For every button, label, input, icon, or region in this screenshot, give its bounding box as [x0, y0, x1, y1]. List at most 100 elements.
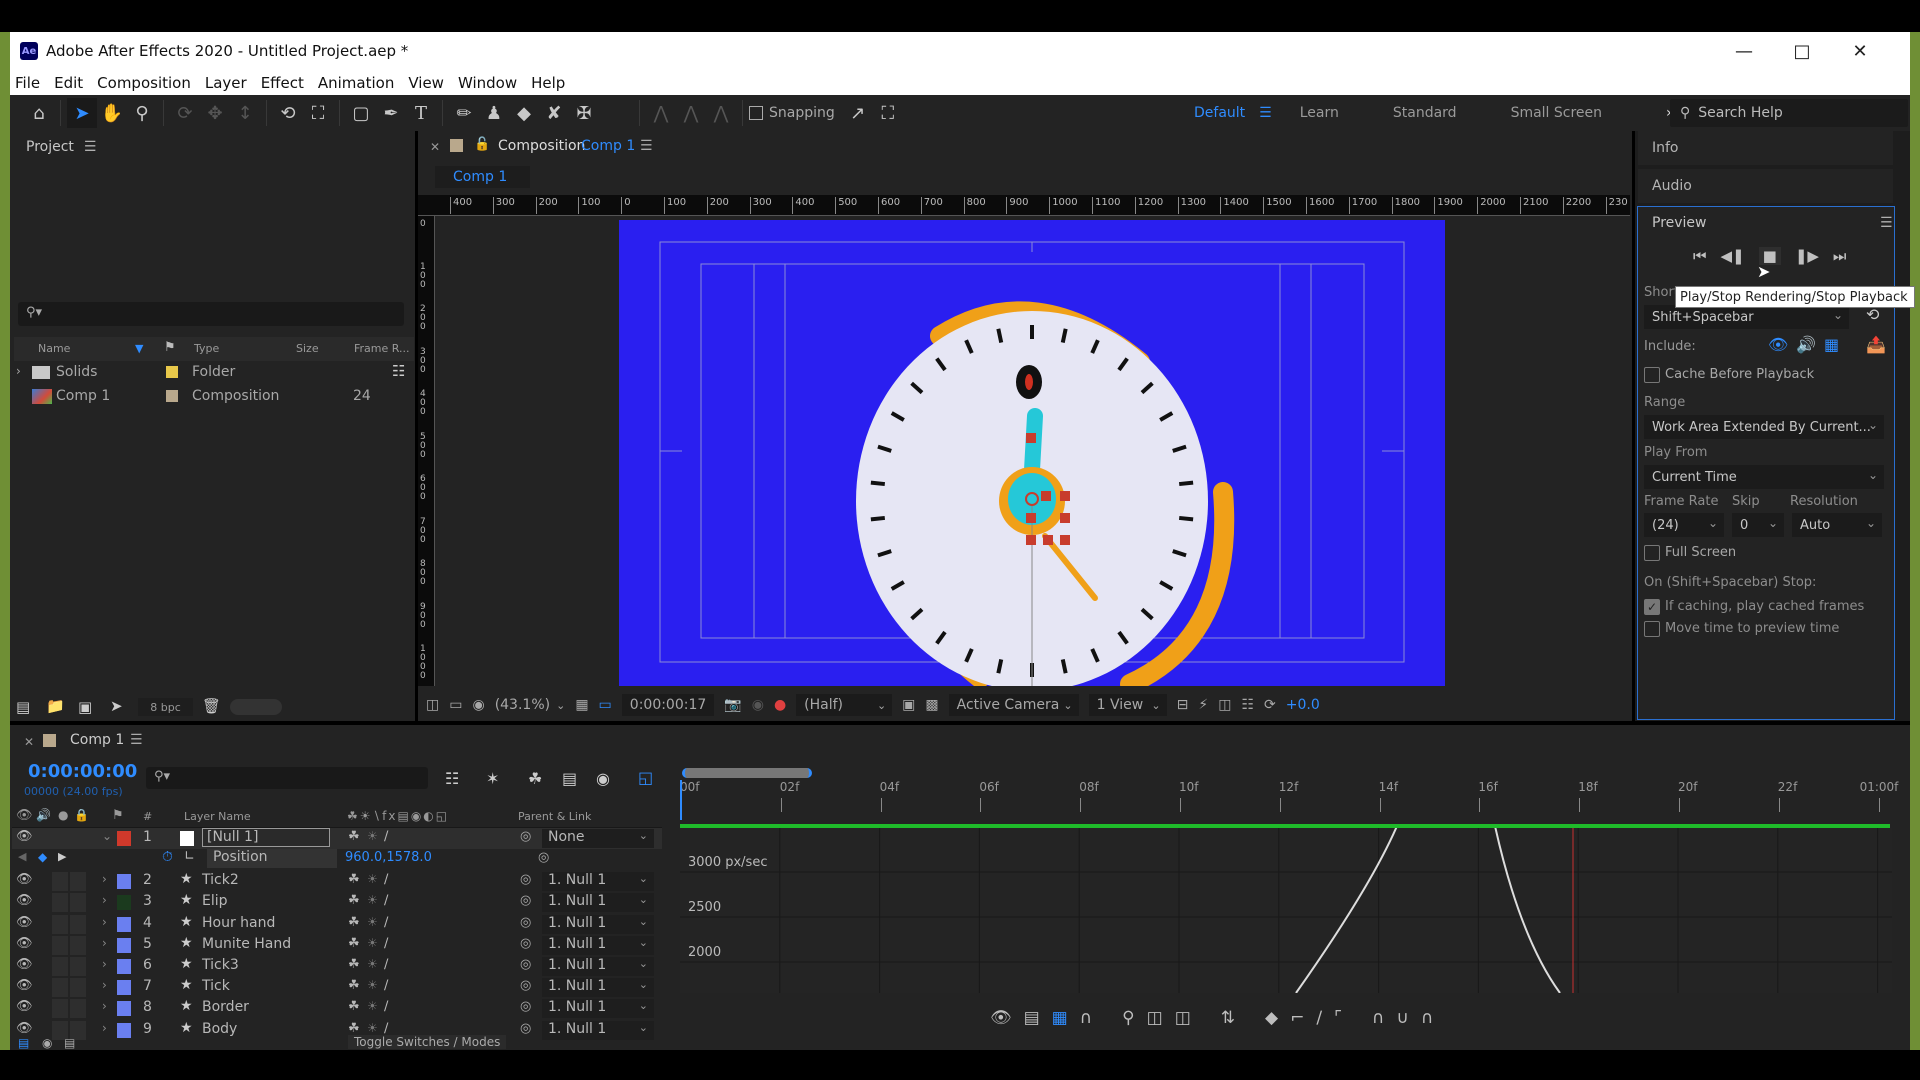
layer-name[interactable]: Munite Hand — [202, 936, 291, 952]
region-of-interest-icon[interactable]: ▭ — [599, 697, 612, 713]
grid-guide-icon[interactable]: ▦ — [575, 697, 588, 713]
lock-cell[interactable] — [70, 957, 86, 976]
project-panel-title[interactable]: Project — [26, 139, 74, 155]
solo-switch-icon[interactable]: ● — [58, 808, 68, 822]
transform-box-icon[interactable]: ▦ — [1052, 1008, 1068, 1028]
solo-cell[interactable] — [52, 914, 68, 934]
lock-cell[interactable] — [70, 914, 86, 934]
cache-before-playback-checkbox[interactable] — [1644, 367, 1660, 383]
composition-viewer[interactable] — [435, 216, 1630, 686]
frame-blending-icon[interactable]: ▤ — [562, 769, 577, 788]
in-out-icon[interactable]: ▤ — [64, 1036, 75, 1050]
layer-label-color[interactable] — [117, 937, 131, 953]
shy-layers-icon[interactable]: ☘ — [528, 769, 542, 788]
collapse-switch-icon[interactable]: ☀ — [367, 936, 378, 950]
workspace-learn[interactable]: Learn — [1300, 105, 1339, 121]
hand-tool[interactable]: ✋ — [97, 98, 127, 128]
expand-chevron-icon[interactable]: › — [102, 936, 107, 950]
audio-panel-tab[interactable]: Audio — [1638, 169, 1893, 203]
speed-graph[interactable] — [680, 825, 1892, 994]
show-snapshot-icon[interactable]: ◉ — [752, 697, 764, 713]
last-frame-icon[interactable]: ⏭ — [1833, 247, 1847, 265]
rectangle-tool[interactable]: ▢ — [346, 98, 376, 128]
brush-tool[interactable]: ✏ — [449, 98, 479, 128]
quality-switch-icon[interactable]: ∕ — [384, 978, 388, 993]
vr-icon[interactable]: ▭ — [449, 697, 462, 713]
fit-selection-icon[interactable]: ◫ — [1147, 1008, 1163, 1028]
parent-dropdown[interactable]: 1. Null 1 ⌄ — [542, 914, 654, 934]
expand-chevron-icon[interactable]: › — [102, 999, 107, 1013]
parent-dropdown[interactable]: 1. Null 1 ⌄ — [542, 999, 654, 1019]
axis-view-button[interactable]: ⋀ — [706, 98, 736, 128]
vertical-ruler[interactable]: 0 100 200 300 400 500 600 700 800 900 1000 — [418, 216, 435, 686]
layer-label-color[interactable] — [117, 895, 131, 911]
next-frame-icon[interactable]: ❚▶ — [1795, 247, 1819, 265]
panel-menu-icon[interactable]: ☰ — [84, 139, 97, 155]
render-queue-icon[interactable]: ➤ — [110, 697, 123, 715]
layer-label-color[interactable] — [117, 980, 131, 996]
keyframe-icon[interactable]: ◆ — [38, 850, 47, 864]
eraser-tool[interactable]: ◆ — [509, 98, 539, 128]
graph-options-icon[interactable]: ▤ — [1024, 1008, 1040, 1028]
interpret-footage-icon[interactable]: ▤ — [16, 698, 30, 716]
dolly-camera-tool[interactable]: ↕ — [230, 98, 260, 128]
maximize-button[interactable]: □ — [1773, 32, 1831, 70]
reset-exposure-icon[interactable]: ⟳ — [1264, 697, 1276, 713]
layer-switches-icon[interactable]: ▤ — [18, 1036, 29, 1050]
selection-tool[interactable]: ➤ — [67, 98, 97, 128]
auto-zoom-icon[interactable]: ⚲ — [1122, 1008, 1134, 1028]
shy-switch-icon[interactable]: ☘ — [348, 936, 360, 951]
visibility-eye-icon[interactable]: 👁 — [16, 999, 33, 1014]
toggle-switches-modes-button[interactable]: Toggle Switches / Modes — [348, 1035, 507, 1049]
info-panel-tab[interactable]: Info — [1638, 131, 1893, 165]
auto-bezier-icon[interactable]: ⌜ — [1334, 1008, 1342, 1028]
project-item-comp-1[interactable]: Comp 1 Composition 24 — [14, 385, 414, 409]
rotation-tool[interactable]: ⟲ — [273, 98, 303, 128]
shy-switch-icon[interactable]: ☘ — [348, 872, 360, 887]
visibility-eye-icon[interactable]: 👁 — [16, 893, 33, 908]
column-layer-name[interactable]: Layer Name — [184, 810, 251, 823]
close-button[interactable]: ✕ — [1831, 32, 1889, 70]
quality-switch-icon[interactable]: ∕ — [384, 936, 388, 951]
collapse-switch-icon[interactable]: ☀ — [367, 1021, 378, 1035]
layer-search-input[interactable]: ⚲▾ — [146, 767, 428, 789]
parent-dropdown[interactable]: 1. Null 1 ⌄ — [542, 957, 654, 976]
layer-label-color[interactable] — [117, 916, 131, 932]
pickwhip-icon[interactable]: ◎ — [520, 915, 531, 930]
menu-view[interactable]: View — [408, 74, 444, 92]
velocity-curve-falling[interactable] — [1494, 825, 1561, 994]
pickwhip-icon[interactable]: ◎ — [520, 872, 531, 887]
shy-switch-icon[interactable]: ☘ — [348, 999, 360, 1014]
close-tab-icon[interactable]: ✕ — [430, 140, 440, 154]
easy-ease-icon[interactable]: ∩ — [1372, 1008, 1384, 1028]
expand-chevron-icon[interactable]: › — [102, 872, 107, 886]
expand-chevron-icon[interactable]: › — [16, 364, 21, 378]
trash-icon[interactable]: 🗑 — [202, 697, 221, 715]
layer-row[interactable]: 👁 › 4 ★ Hour hand ☘ ☀ ∕ ◎ 1. Null 1 ⌄ — [12, 914, 662, 935]
shy-switch-icon[interactable]: ☘ — [348, 829, 360, 844]
property-value[interactable]: 960.0,1578.0 — [345, 850, 432, 865]
clone-stamp-tool[interactable]: ♟ — [479, 98, 509, 128]
layer-label-color[interactable] — [117, 959, 131, 974]
layer-row[interactable]: 👁 › 2 ★ Tick2 ☘ ☀ ∕ ◎ 1. Null 1 ⌄ — [12, 871, 662, 892]
channel-icon[interactable]: ● — [774, 697, 786, 713]
hold-icon[interactable]: ⌐ — [1290, 1008, 1304, 1028]
sort-icon[interactable]: ▼ — [135, 342, 143, 355]
composition-tab-name[interactable]: Comp 1 — [581, 138, 635, 154]
parent-dropdown[interactable]: None ⌄ — [542, 829, 654, 848]
layer-name[interactable]: Tick3 — [202, 957, 239, 973]
draft-3d-icon[interactable]: ✶ — [486, 769, 499, 788]
composition-flowchart-icon[interactable]: ☷ — [445, 769, 459, 788]
menu-layer[interactable]: Layer — [205, 74, 247, 92]
menu-effect[interactable]: Effect — [261, 74, 304, 92]
video-switch-icon[interactable]: 👁 — [16, 808, 33, 823]
layer-name[interactable]: Border — [202, 999, 249, 1015]
comp-navigator-tab[interactable]: Comp 1 — [435, 166, 530, 188]
shy-switch-icon[interactable]: ☘ — [348, 893, 360, 908]
stopwatch-icon[interactable]: ⏱ — [162, 849, 173, 865]
label-tag-icon[interactable]: ⚑ — [112, 808, 124, 823]
full-screen-checkbox[interactable] — [1644, 545, 1660, 561]
bit-depth-button[interactable]: 8 bpc — [138, 698, 193, 716]
panel-menu-icon[interactable]: ☰ — [640, 138, 653, 154]
current-time[interactable]: 0:00:00:00 — [28, 761, 137, 782]
